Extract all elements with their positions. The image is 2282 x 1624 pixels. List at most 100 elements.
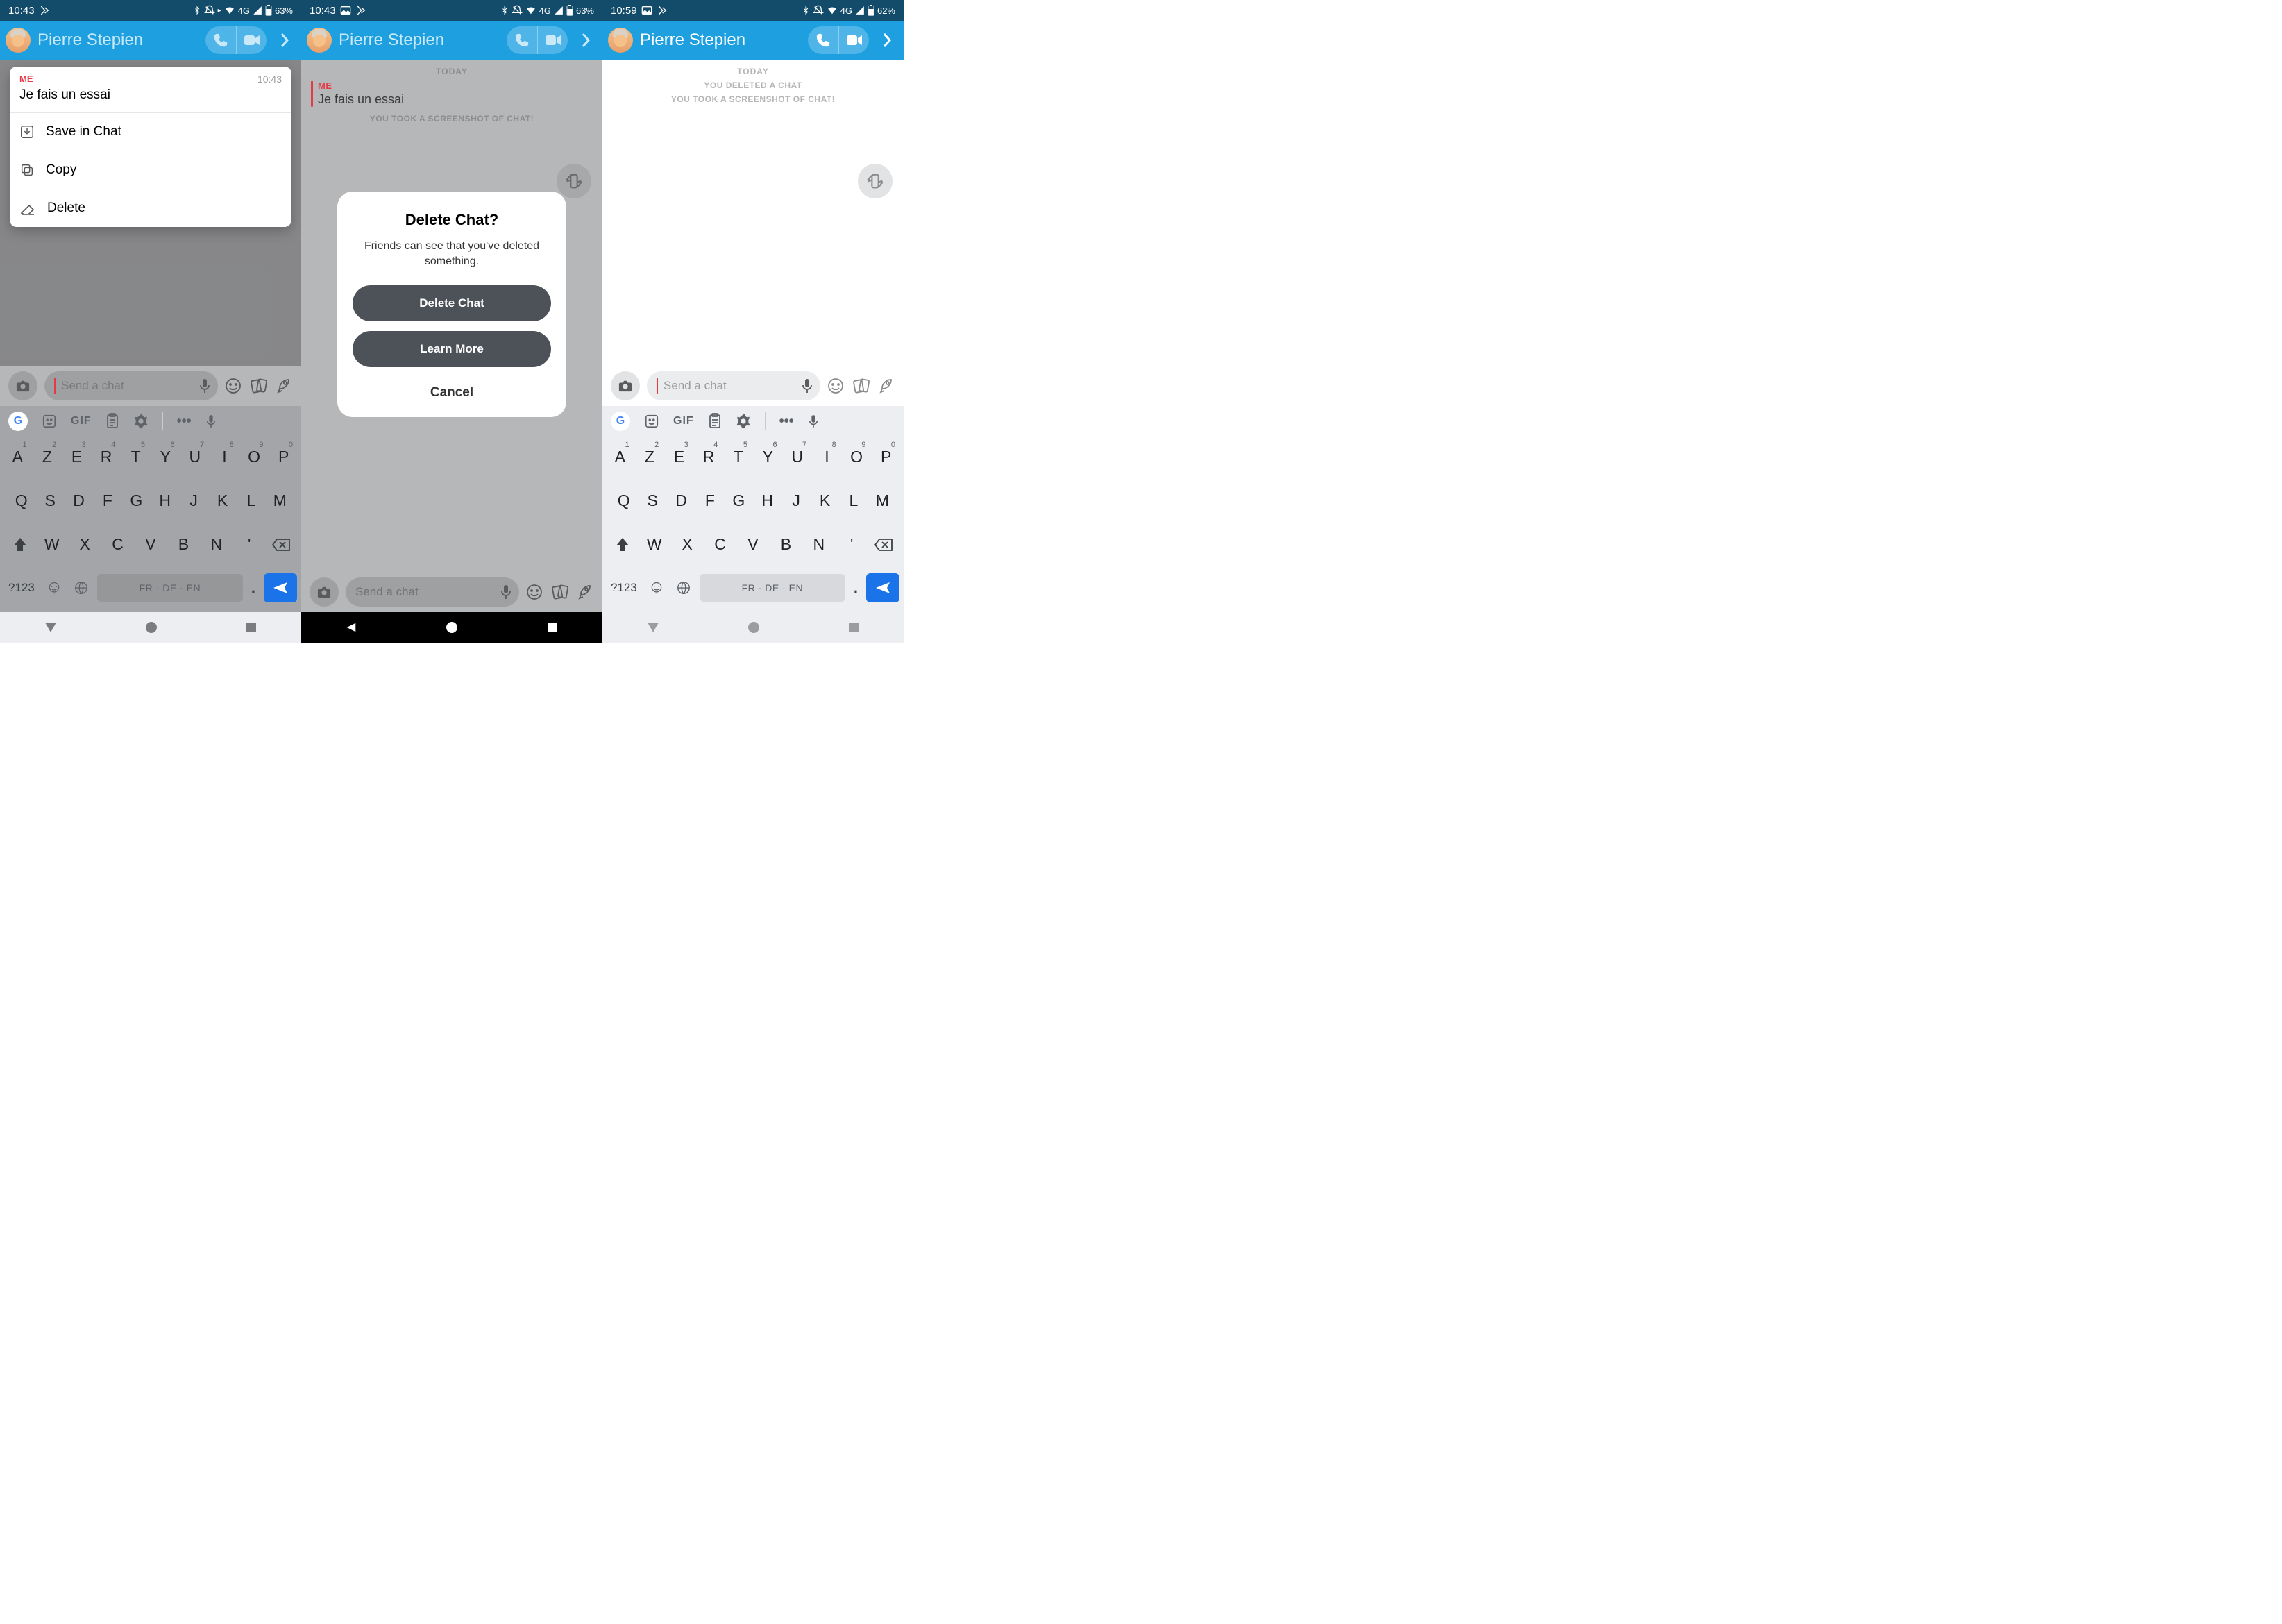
cancel-button[interactable]: Cancel — [353, 377, 551, 403]
video-call-button[interactable] — [537, 26, 568, 54]
camera-button[interactable] — [8, 371, 37, 400]
more-icon[interactable]: ••• — [779, 414, 794, 430]
key-z[interactable]: Z2 — [33, 439, 62, 475]
voice-call-button[interactable] — [808, 26, 838, 54]
emoji-key[interactable] — [43, 573, 65, 603]
key-c[interactable]: C — [102, 527, 133, 562]
key-d[interactable]: D — [65, 483, 93, 518]
mic-icon[interactable] — [500, 584, 512, 600]
avatar[interactable] — [608, 28, 633, 53]
clipboard-icon[interactable] — [105, 413, 119, 430]
send-key[interactable] — [866, 573, 899, 602]
key-y[interactable]: Y6 — [151, 439, 180, 475]
nav-recent-icon[interactable] — [245, 621, 257, 634]
sticker-icon[interactable] — [644, 414, 659, 429]
sticker-icon[interactable] — [42, 414, 57, 429]
rocket-icon[interactable] — [577, 584, 594, 600]
period-key[interactable]: . — [247, 570, 260, 605]
key-x[interactable]: X — [69, 527, 100, 562]
mic-icon[interactable] — [198, 378, 211, 394]
key-w[interactable]: W — [36, 527, 67, 562]
key-j[interactable]: J — [179, 483, 208, 518]
spacebar[interactable]: FR · DE · EN — [97, 574, 243, 602]
contact-name[interactable]: Pierre Stepien — [37, 31, 198, 50]
key-t[interactable]: T5 — [121, 439, 151, 475]
key-p[interactable]: P0 — [269, 439, 298, 475]
keyboard[interactable]: G GIF ••• A1 Z2 E3 R4 T5 Y6 U7 I8 O9 P0 … — [0, 406, 301, 612]
emoji-key[interactable] — [645, 573, 668, 603]
key-g[interactable]: G — [122, 483, 151, 518]
voice-call-button[interactable] — [507, 26, 537, 54]
camera-button[interactable] — [310, 577, 339, 607]
nav-recent-icon[interactable] — [847, 621, 860, 634]
video-call-button[interactable] — [838, 26, 869, 54]
rotate-fab[interactable] — [557, 164, 591, 198]
key-h[interactable]: H — [151, 483, 179, 518]
key-o[interactable]: O9 — [239, 439, 269, 475]
shift-key[interactable] — [6, 536, 35, 553]
key-u[interactable]: U7 — [180, 439, 210, 475]
clipboard-icon[interactable] — [708, 413, 722, 430]
video-call-button[interactable] — [236, 26, 267, 54]
camera-button[interactable] — [611, 371, 640, 400]
key-k[interactable]: K — [208, 483, 237, 518]
period-key[interactable]: . — [850, 570, 862, 605]
smiley-icon[interactable] — [827, 378, 844, 394]
nav-home-icon[interactable] — [446, 621, 458, 634]
symbols-key[interactable]: ?123 — [4, 573, 39, 603]
key-i[interactable]: I8 — [210, 439, 239, 475]
shift-key[interactable] — [608, 536, 637, 553]
keyboard[interactable]: G GIF ••• A1Z2E3R4T5Y6U7I8O9P0 QSDFGHJKL… — [602, 406, 904, 612]
rocket-icon[interactable] — [276, 378, 293, 394]
backspace-key[interactable] — [869, 537, 898, 552]
key-e[interactable]: E3 — [62, 439, 92, 475]
chat-input[interactable]: Send a chat — [346, 577, 519, 607]
key-m[interactable]: M — [266, 483, 294, 518]
rocket-icon[interactable] — [879, 378, 895, 394]
gif-button[interactable]: GIF — [71, 415, 92, 428]
avatar[interactable] — [307, 28, 332, 53]
send-key[interactable] — [264, 573, 297, 602]
nav-back-icon[interactable] — [44, 620, 58, 634]
chat-input[interactable]: Send a chat — [44, 371, 218, 400]
message-text[interactable]: Je fais un essai — [318, 92, 593, 107]
mic-icon[interactable] — [801, 378, 813, 394]
kb-mic-icon[interactable] — [808, 414, 819, 429]
cards-icon[interactable] — [852, 378, 870, 394]
symbols-key[interactable]: ?123 — [607, 573, 641, 603]
chevron-right-icon[interactable] — [575, 33, 597, 48]
key-s[interactable]: S — [35, 483, 64, 518]
contact-name[interactable]: Pierre Stepien — [640, 31, 801, 50]
more-icon[interactable]: ••• — [177, 414, 192, 430]
nav-back-icon[interactable] — [345, 621, 357, 634]
chevron-right-icon[interactable] — [876, 33, 898, 48]
cards-icon[interactable] — [551, 584, 569, 600]
chevron-right-icon[interactable] — [273, 33, 296, 48]
kb-mic-icon[interactable] — [205, 414, 217, 429]
spacebar[interactable]: FR · DE · EN — [700, 574, 845, 602]
ctx-delete-button[interactable]: Delete — [10, 189, 291, 227]
nav-back-icon[interactable] — [646, 620, 660, 634]
nav-recent-icon[interactable] — [546, 621, 559, 634]
key-b[interactable]: B — [168, 527, 199, 562]
nav-home-icon[interactable] — [747, 621, 760, 634]
contact-name[interactable]: Pierre Stepien — [339, 31, 500, 50]
learn-more-button[interactable]: Learn More — [353, 331, 551, 367]
key-q[interactable]: Q — [7, 483, 35, 518]
gif-button[interactable]: GIF — [673, 415, 694, 428]
avatar[interactable] — [6, 28, 31, 53]
key-r[interactable]: R4 — [92, 439, 121, 475]
google-icon[interactable]: G — [611, 412, 630, 431]
smiley-icon[interactable] — [225, 378, 242, 394]
voice-call-button[interactable] — [205, 26, 236, 54]
smiley-icon[interactable] — [526, 584, 543, 600]
cards-icon[interactable] — [250, 378, 268, 394]
key-v[interactable]: V — [135, 527, 166, 562]
key-n[interactable]: N — [201, 527, 232, 562]
key-l[interactable]: L — [237, 483, 265, 518]
key-apostrophe[interactable]: ' — [234, 527, 265, 562]
ctx-copy-button[interactable]: Copy — [10, 151, 291, 189]
delete-chat-button[interactable]: Delete Chat — [353, 285, 551, 321]
ctx-save-button[interactable]: Save in Chat — [10, 113, 291, 151]
backspace-key[interactable] — [267, 537, 296, 552]
